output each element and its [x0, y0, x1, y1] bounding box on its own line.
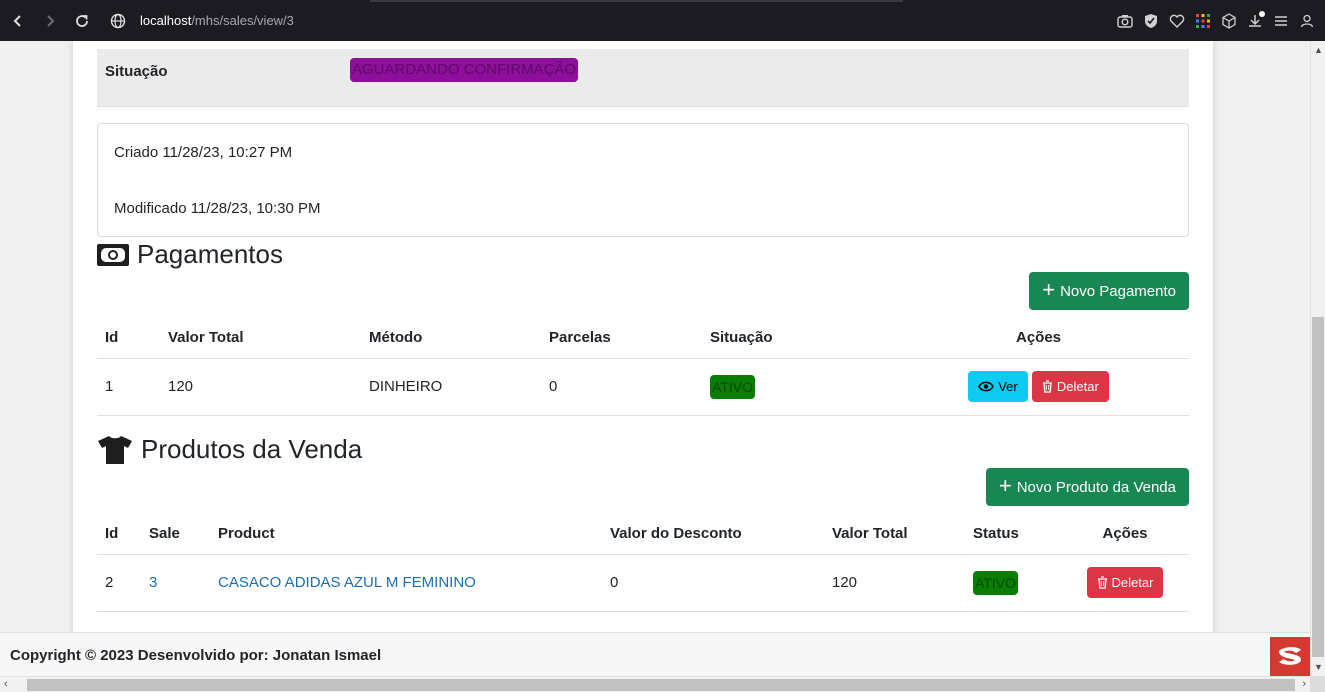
scroll-left-icon[interactable]: ‹: [4, 678, 8, 690]
payments-header-row: Id Valor Total Método Parcelas Situação …: [97, 318, 1189, 359]
cube-icon[interactable]: [1219, 11, 1239, 31]
status-badge: ATIVO: [973, 570, 1018, 595]
product-link[interactable]: CASACO ADIDAS AZUL M FEMININO: [218, 574, 476, 591]
col-sale: Sale: [141, 514, 210, 555]
new-product-label: Novo Produto da Venda: [1016, 478, 1176, 496]
trash-icon: [1097, 576, 1107, 589]
product-status-cell: ATIVO: [965, 554, 1061, 612]
status-badge: ATIVO: [710, 374, 755, 399]
globe-icon: [110, 13, 126, 28]
camera-icon[interactable]: [1115, 11, 1135, 31]
payment-actions: Ver Deletar: [888, 358, 1189, 416]
delete-product-button[interactable]: Deletar: [1086, 567, 1164, 598]
forward-button[interactable]: [34, 5, 66, 37]
page-viewport: Situação AGUARDANDO CONFIRMAÇÃO Criado 1…: [0, 41, 1310, 676]
products-header-row: Id Sale Product Valor do Desconto Valor …: [97, 514, 1189, 555]
reload-icon: [76, 14, 88, 27]
notification-dot: [1259, 10, 1265, 17]
col-method: Método: [361, 318, 541, 359]
col-actions: Ações: [1061, 514, 1189, 555]
dates-box: Criado 11/28/23, 10:27 PM Modificado 11/…: [97, 123, 1189, 237]
product-link-cell: CASACO ADIDAS AZUL M FEMININO: [210, 554, 602, 612]
eye-icon: [978, 381, 995, 392]
delete-payment-button[interactable]: Deletar: [1031, 371, 1109, 402]
product-actions: Deletar: [1061, 554, 1189, 612]
money-bill-icon: [97, 243, 129, 266]
products-table: Id Sale Product Valor do Desconto Valor …: [97, 514, 1189, 612]
col-status: Situação: [702, 318, 888, 359]
url-path: /mhs/sales/view/3: [191, 13, 294, 28]
back-arrow-icon: [13, 14, 21, 27]
new-payment-button[interactable]: + Novo Pagamento: [1029, 272, 1189, 310]
back-button[interactable]: [2, 5, 34, 37]
products-heading: Produtos da Venda: [97, 434, 362, 465]
product-total: 120: [824, 554, 965, 612]
col-total: Valor Total: [160, 318, 361, 359]
heart-icon[interactable]: [1167, 11, 1187, 31]
status-label: Situação: [105, 63, 168, 80]
payment-installments: 0: [541, 358, 702, 416]
vertical-scroll-thumb[interactable]: [1312, 317, 1324, 657]
payment-status-cell: ATIVO: [702, 358, 888, 416]
products-title: Produtos da Venda: [141, 434, 363, 464]
plus-icon: +: [998, 473, 1012, 498]
col-total: Valor Total: [824, 514, 965, 555]
browser-toolbar-right: [1115, 0, 1317, 41]
product-discount: 0: [602, 554, 824, 612]
tshirt-icon: [97, 435, 133, 465]
address-bar[interactable]: localhost/mhs/sales/view/3: [110, 13, 294, 29]
table-row: 1 120 DINHEIRO 0 ATIVO Ver Deletar: [97, 358, 1189, 416]
modified-date: Modificado 11/28/23, 10:30 PM: [114, 200, 321, 217]
active-tab-indicator: [370, 0, 903, 2]
menu-icon[interactable]: [1271, 11, 1291, 31]
scroll-up-icon[interactable]: ▲: [1314, 45, 1323, 55]
col-discount: Valor do Desconto: [602, 514, 824, 555]
status-badge: AGUARDANDO CONFIRMAÇÃO: [350, 58, 579, 82]
view-payment-button[interactable]: Ver: [968, 371, 1028, 402]
table-row: 2 3 CASACO ADIDAS AZUL M FEMININO 0 120 …: [97, 554, 1189, 612]
new-product-button[interactable]: + Novo Produto da Venda: [985, 468, 1189, 506]
payments-title: Pagamentos: [137, 239, 283, 269]
sale-status-row: Situação AGUARDANDO CONFIRMAÇÃO: [97, 49, 1189, 107]
sale-link[interactable]: 3: [149, 574, 157, 591]
app-logo-icon[interactable]: [1270, 637, 1310, 676]
scroll-right-icon[interactable]: ›: [1302, 678, 1306, 690]
shield-icon[interactable]: [1141, 11, 1161, 31]
reload-button[interactable]: [66, 5, 98, 37]
payments-table: Id Valor Total Método Parcelas Situação …: [97, 318, 1189, 416]
browser-toolbar: localhost/mhs/sales/view/3: [0, 0, 1325, 41]
col-actions: Ações: [888, 318, 1189, 359]
product-row-id: 2: [97, 554, 141, 612]
scroll-down-icon[interactable]: ▼: [1314, 662, 1323, 672]
col-installments: Parcelas: [541, 318, 702, 359]
delete-label: Deletar: [1111, 575, 1154, 590]
profile-icon[interactable]: [1297, 11, 1317, 31]
sale-link-cell: 3: [141, 554, 210, 612]
delete-label: Deletar: [1056, 379, 1099, 394]
col-id: Id: [97, 318, 160, 359]
apps-grid-icon[interactable]: [1193, 11, 1213, 31]
horizontal-scroll-thumb[interactable]: [27, 679, 1295, 691]
scrollbar-corner: [1310, 676, 1325, 692]
payment-id: 1: [97, 358, 160, 416]
download-icon[interactable]: [1245, 10, 1265, 31]
payment-total: 120: [160, 358, 361, 416]
trash-icon: [1042, 380, 1052, 393]
view-label: Ver: [998, 379, 1018, 394]
new-payment-label: Novo Pagamento: [1060, 282, 1176, 300]
payment-method: DINHEIRO: [361, 358, 541, 416]
horizontal-scrollbar[interactable]: ‹ ›: [0, 676, 1310, 692]
page-footer: Copyright © 2023 Desenvolvido por: Jonat…: [0, 632, 1310, 676]
col-status: Status: [965, 514, 1061, 555]
content-card: Situação AGUARDANDO CONFIRMAÇÃO Criado 1…: [73, 41, 1213, 641]
forward-arrow-icon: [47, 14, 55, 27]
created-date: Criado 11/28/23, 10:27 PM: [114, 144, 293, 161]
footer-copyright: Copyright © 2023 Desenvolvido por: Jonat…: [10, 647, 382, 664]
url-host: localhost: [140, 13, 192, 28]
payments-heading: Pagamentos: [97, 239, 283, 270]
vertical-scrollbar[interactable]: ▲ ▼: [1310, 41, 1325, 676]
col-product: Product: [210, 514, 602, 555]
plus-icon: +: [1042, 277, 1056, 302]
col-id: Id: [97, 514, 141, 555]
